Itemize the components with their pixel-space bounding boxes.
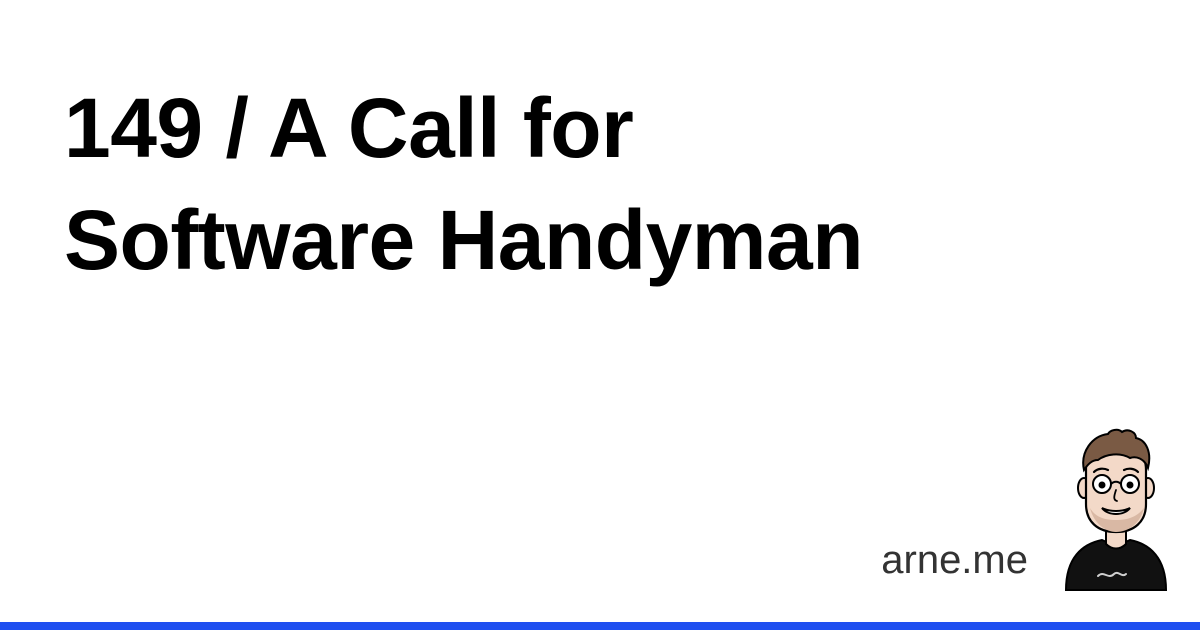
accent-bar — [0, 622, 1200, 630]
avatar-pupil-right — [1126, 481, 1134, 489]
page-title: 149 / A Call for Software Handyman — [64, 72, 1064, 296]
cartoon-portrait-icon — [1064, 428, 1168, 591]
og-card: 149 / A Call for Software Handyman arne.… — [0, 0, 1200, 630]
page-title-line-2: Software Handyman — [64, 193, 864, 287]
avatar-pupil-left — [1098, 481, 1106, 489]
page-title-line-1: 149 / A Call for — [64, 81, 634, 175]
site-domain: arne.me — [881, 538, 1028, 582]
